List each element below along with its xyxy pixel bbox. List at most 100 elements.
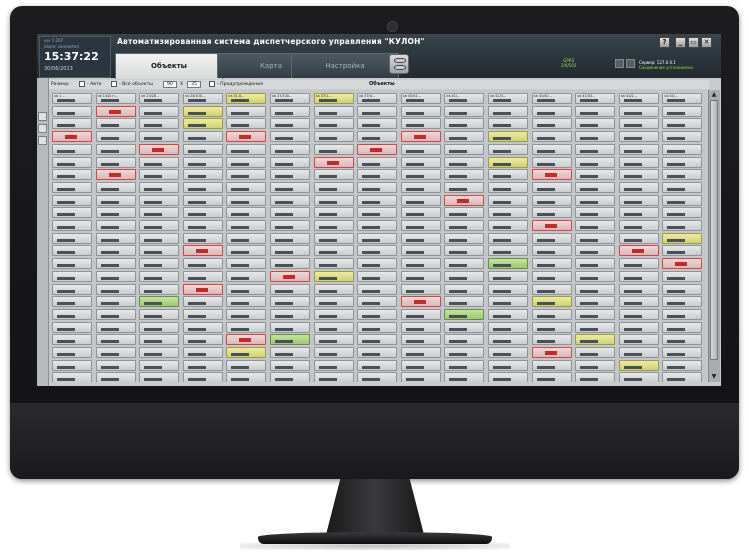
object-tile[interactable]: [95, 232, 136, 244]
object-tile[interactable]: [618, 232, 659, 244]
object-tile[interactable]: [139, 372, 180, 382]
object-tile[interactable]: [313, 181, 354, 193]
object-tile[interactable]: [139, 181, 180, 193]
object-tile[interactable]: [95, 169, 136, 181]
object-tile[interactable]: [313, 118, 354, 130]
object-tile[interactable]: [226, 118, 267, 130]
object-tile[interactable]: [52, 207, 92, 219]
object-tile[interactable]: [313, 131, 354, 143]
object-tile[interactable]: [139, 131, 180, 143]
tab-objects[interactable]: Объекты: [115, 53, 223, 79]
object-tile[interactable]: [618, 270, 659, 282]
object-tile[interactable]: [182, 220, 223, 231]
object-tile[interactable]: [52, 308, 92, 320]
object-tile[interactable]: кв 31-6...: [226, 93, 267, 104]
object-tile[interactable]: [444, 207, 485, 219]
object-tile[interactable]: [313, 372, 354, 382]
object-tile[interactable]: [226, 245, 267, 257]
object-tile[interactable]: [182, 207, 223, 219]
object-tile[interactable]: [531, 245, 572, 257]
object-tile[interactable]: [182, 359, 223, 371]
object-tile[interactable]: [313, 283, 354, 295]
object-tile[interactable]: [618, 169, 659, 181]
object-tile[interactable]: [313, 334, 354, 346]
object-tile[interactable]: [270, 118, 310, 130]
object-tile[interactable]: [270, 308, 310, 320]
object-tile[interactable]: [400, 283, 441, 295]
object-tile[interactable]: [313, 169, 354, 181]
object-tile[interactable]: [400, 131, 441, 143]
object-tile[interactable]: [182, 308, 223, 320]
object-tile[interactable]: [182, 118, 223, 130]
object-tile[interactable]: [313, 359, 354, 371]
object-tile[interactable]: [270, 131, 310, 143]
object-tile[interactable]: [531, 207, 572, 219]
object-tile[interactable]: [52, 334, 92, 346]
object-tile[interactable]: [226, 169, 267, 181]
object-tile[interactable]: [662, 245, 703, 257]
object-tile[interactable]: [662, 169, 703, 181]
object-tile[interactable]: [182, 372, 223, 382]
maximize-button[interactable]: ▭: [688, 37, 699, 48]
object-tile[interactable]: [270, 220, 310, 231]
object-tile[interactable]: [618, 131, 659, 143]
close-button[interactable]: ✕: [701, 37, 712, 48]
object-tile[interactable]: [182, 321, 223, 333]
object-tile[interactable]: [488, 359, 528, 371]
object-tile[interactable]: [488, 347, 528, 358]
object-tile[interactable]: [139, 118, 180, 130]
object-tile[interactable]: [139, 232, 180, 244]
object-tile[interactable]: [531, 156, 572, 168]
object-tile[interactable]: [226, 143, 267, 155]
object-tile[interactable]: [444, 156, 485, 168]
object-tile[interactable]: [531, 220, 572, 231]
rail-button-list[interactable]: [38, 112, 47, 121]
object-tile[interactable]: [488, 105, 528, 117]
object-tile[interactable]: [662, 258, 703, 270]
object-tile[interactable]: [182, 181, 223, 193]
object-tile[interactable]: [270, 169, 310, 181]
object-tile[interactable]: [400, 232, 441, 244]
object-tile[interactable]: [575, 169, 616, 181]
object-tile[interactable]: [313, 296, 354, 308]
object-tile[interactable]: кв 41/3...: [488, 93, 528, 104]
scroll-down-arrow[interactable]: ▼: [710, 373, 718, 381]
object-tile[interactable]: [139, 321, 180, 333]
object-tile[interactable]: [226, 359, 267, 371]
object-tile[interactable]: кв 41/40...: [531, 93, 572, 104]
object-tile[interactable]: [444, 245, 485, 257]
scroll-up-arrow[interactable]: ▲: [710, 91, 718, 99]
object-tile[interactable]: [182, 169, 223, 181]
object-tile[interactable]: [357, 258, 398, 270]
object-tile[interactable]: [531, 347, 572, 358]
object-tile[interactable]: [662, 181, 703, 193]
object-tile[interactable]: [357, 270, 398, 282]
vertical-scrollbar[interactable]: ▲ ▼: [708, 90, 720, 382]
object-tile[interactable]: [400, 105, 441, 117]
object-tile[interactable]: [444, 118, 485, 130]
object-tile[interactable]: [95, 283, 136, 295]
object-tile[interactable]: [400, 143, 441, 155]
object-tile[interactable]: [95, 220, 136, 231]
object-tile[interactable]: [618, 245, 659, 257]
object-tile[interactable]: [488, 118, 528, 130]
object-tile[interactable]: [270, 270, 310, 282]
object-tile[interactable]: [618, 283, 659, 295]
object-tile[interactable]: [52, 270, 92, 282]
object-tile[interactable]: [226, 347, 267, 358]
scroll-thumb[interactable]: [710, 100, 718, 360]
object-tile[interactable]: [618, 321, 659, 333]
object-tile[interactable]: [139, 359, 180, 371]
object-tile[interactable]: [531, 258, 572, 270]
object-tile[interactable]: [52, 232, 92, 244]
object-tile[interactable]: [618, 334, 659, 346]
object-tile[interactable]: [357, 359, 398, 371]
object-tile[interactable]: [618, 143, 659, 155]
object-tile[interactable]: [531, 372, 572, 382]
object-tile[interactable]: [270, 181, 310, 193]
object-tile[interactable]: [182, 270, 223, 282]
object-tile[interactable]: [488, 220, 528, 231]
object-tile[interactable]: [575, 105, 616, 117]
object-tile[interactable]: [444, 334, 485, 346]
object-tile[interactable]: кв 23/28...: [139, 93, 180, 104]
